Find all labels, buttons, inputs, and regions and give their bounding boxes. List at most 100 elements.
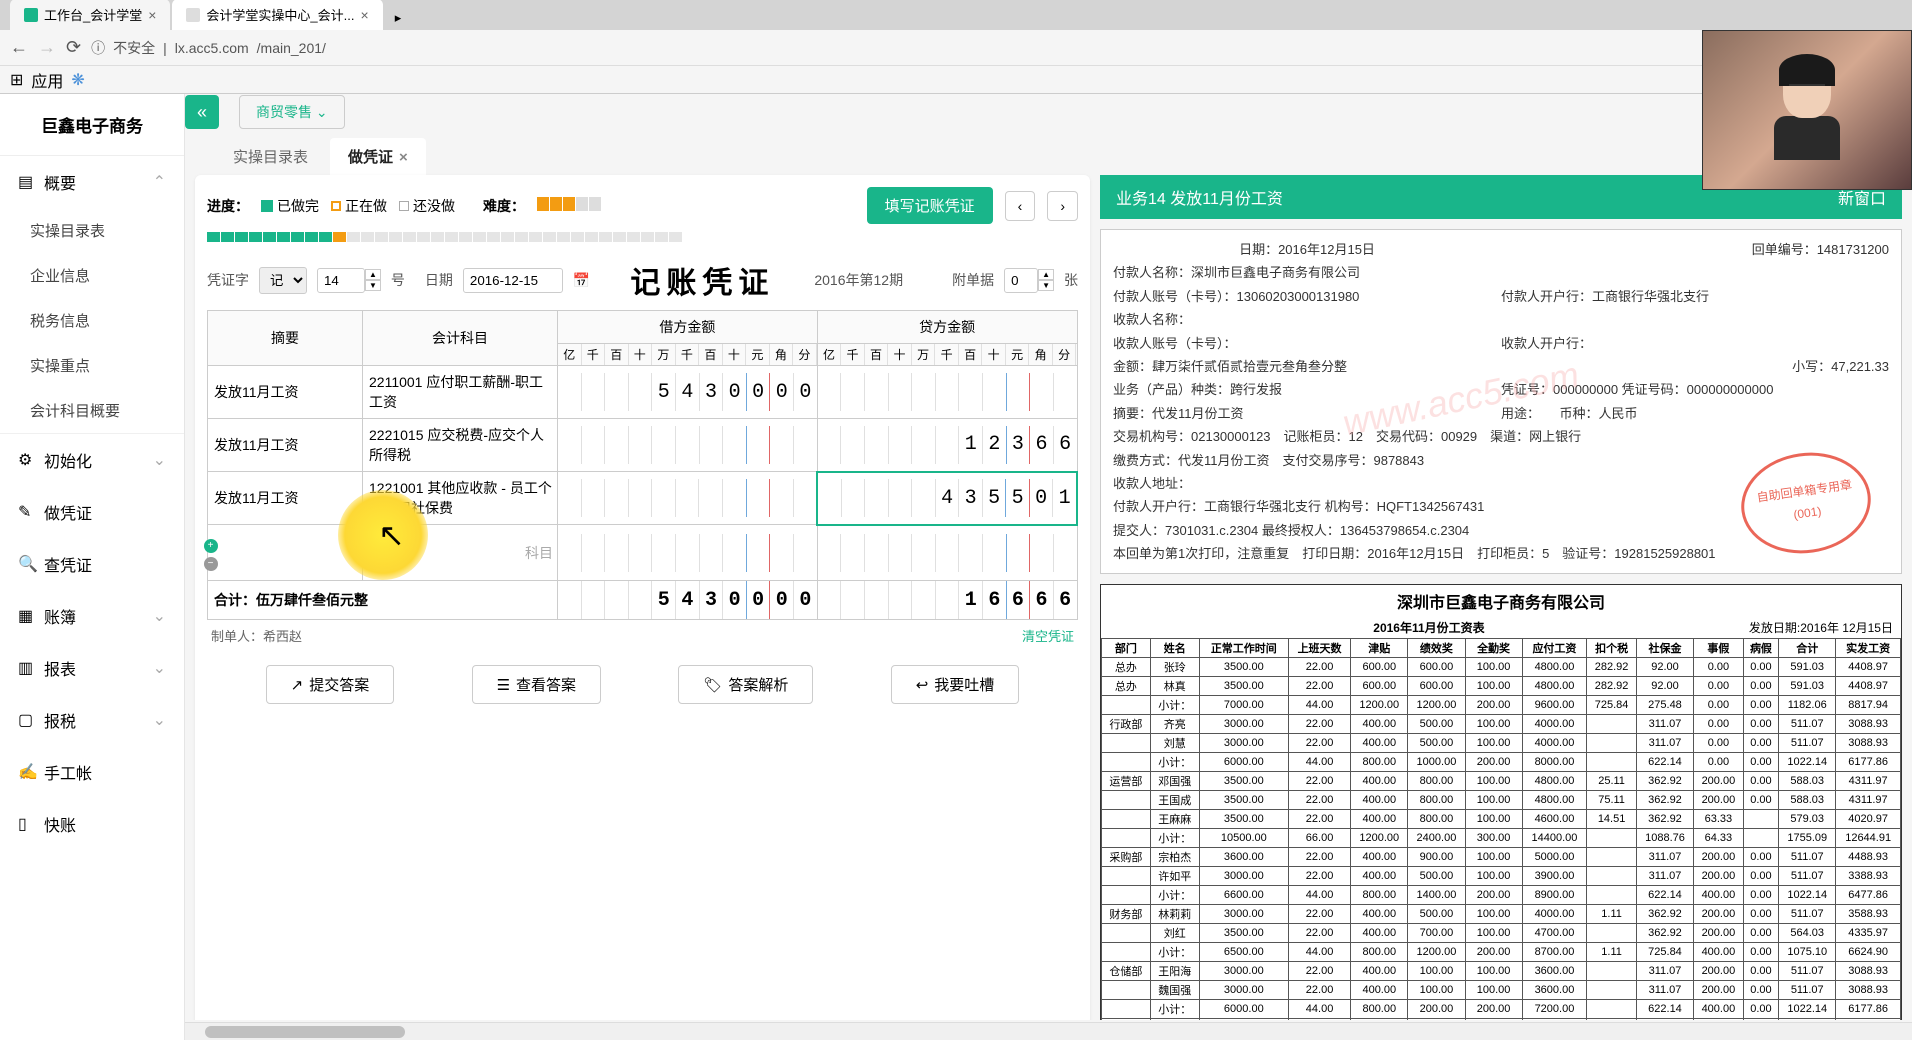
right-panel: 业务14 发放11月份工资 新窗口 www.acc5.com 日期：2016年1… — [1100, 175, 1902, 1020]
voucher-word-select[interactable]: 记 — [259, 267, 307, 294]
receipt-digest: 摘要：代发11月份工资 — [1113, 402, 1501, 425]
account-cell[interactable]: 1221001 其他应收款 - 员工个人承担社保费 — [363, 472, 558, 525]
payee-acct: 收款人账号（卡号）： — [1113, 332, 1501, 355]
url-host: lx.acc5.com — [175, 40, 249, 56]
tax-icon: ▢ — [18, 710, 34, 730]
tab-favicon — [186, 8, 200, 22]
apps-icon[interactable]: ⊞ — [10, 70, 23, 90]
digest-cell-empty[interactable]: + − — [208, 525, 363, 581]
chevron-down-icon: ⌄ — [153, 450, 166, 470]
total-label: 合计：伍万肆仟叁佰元整 — [208, 581, 558, 620]
sidebar-quick[interactable]: ▯快账 — [0, 798, 184, 850]
debit-cell-empty[interactable] — [558, 525, 818, 581]
receipt-document: www.acc5.com 日期：2016年12月15日回单编号：14817312… — [1100, 229, 1902, 574]
salary-document: 深圳市巨鑫电子商务有限公司 2016年11月份工资表发放日期:2016年 12月… — [1100, 584, 1902, 1020]
account-cell[interactable]: 2211001 应付职工薪酬-职工工资 — [363, 366, 558, 419]
del-row-button[interactable]: − — [204, 557, 218, 571]
chevron-down-icon: ⌄ — [153, 710, 166, 730]
forward-button[interactable]: → — [38, 37, 56, 58]
sidebar-item-key[interactable]: 实操重点 — [0, 343, 184, 388]
debit-cell[interactable]: 5430000 — [558, 366, 818, 419]
sidebar-tax[interactable]: ▢ 报税 ⌄ — [0, 694, 184, 746]
receipt-currency: 币种：人民币 — [1560, 406, 1638, 421]
credit-cell[interactable]: 12366 — [817, 419, 1077, 472]
col-account: 会计科目 — [363, 311, 558, 366]
attach-input[interactable] — [1004, 268, 1038, 293]
add-row-button[interactable]: + — [204, 539, 218, 553]
digest-cell[interactable]: 发放11月工资 — [208, 472, 363, 525]
sidebar-init[interactable]: ⚙初始化⌄ — [0, 434, 184, 486]
maker-label: 制单人： — [211, 629, 263, 644]
step-up-icon[interactable]: ▲ — [1038, 269, 1054, 280]
next-button[interactable]: › — [1047, 191, 1078, 221]
sidebar-item-directory[interactable]: 实操目录表 — [0, 208, 184, 253]
credit-cell[interactable]: 435501 — [817, 472, 1077, 525]
close-icon[interactable]: × — [148, 7, 156, 23]
company-name: 巨鑫电子商务 — [0, 94, 184, 156]
digest-cell[interactable]: 发放11月工资 — [208, 366, 363, 419]
fill-voucher-button[interactable]: 填写记账凭证 — [867, 187, 993, 224]
voucher-period: 2016年第12期 — [814, 270, 903, 290]
date-label: 日期 — [425, 270, 453, 290]
reload-button[interactable]: ⟳ — [66, 37, 81, 58]
browser-tab-1[interactable]: 工作台_会计学堂 × — [10, 0, 170, 30]
nav-label: 报税 — [44, 708, 76, 732]
back-button[interactable]: ← — [10, 37, 28, 58]
clear-voucher-link[interactable]: 清空凭证 — [1022, 626, 1074, 645]
credit-cell-empty[interactable] — [817, 525, 1077, 581]
url-path: /main_201/ — [257, 40, 326, 56]
submit-button[interactable]: ↗ 提交答案 — [266, 665, 395, 704]
step-up-icon[interactable]: ▲ — [365, 269, 381, 280]
progress-bar[interactable] — [207, 232, 1078, 242]
sidebar-make-voucher[interactable]: ✎做凭证 — [0, 486, 184, 538]
account-cell-empty[interactable]: 科目 — [363, 525, 558, 581]
scrollbar-thumb[interactable] — [205, 1026, 405, 1038]
receipt-amount: 金额：肆万柒仟贰佰贰拾壹元叁角叁分整 — [1113, 355, 1501, 378]
horizontal-scrollbar[interactable] — [185, 1022, 1912, 1040]
view-answer-button[interactable]: ☰查看答案 — [472, 665, 601, 704]
tab-voucher[interactable]: 做凭证× — [330, 138, 426, 175]
account-cell[interactable]: 2221015 应交税费-应交个人所得税 — [363, 419, 558, 472]
flash-icon: ▯ — [18, 814, 34, 834]
voucher-panel: 进度： 已做完 正在做 还没做 难度： 填写记账凭证 ‹ › 凭证字 记 — [195, 175, 1090, 1020]
tab-directory[interactable]: 实操目录表 — [215, 138, 326, 175]
digest-cell[interactable]: 发放11月工资 — [208, 419, 363, 472]
calendar-icon[interactable]: 📅 — [573, 272, 590, 289]
sidebar-overview[interactable]: ▤ 概要 ⌃ — [0, 156, 184, 208]
sidebar-item-subjects[interactable]: 会计科目概要 — [0, 388, 184, 433]
receipt-vno: 凭证号：000000000 凭证号码：000000000000 — [1501, 378, 1889, 401]
debit-cell[interactable] — [558, 472, 818, 525]
close-icon[interactable]: × — [399, 149, 408, 166]
feedback-button[interactable]: ↩我要吐槽 — [891, 665, 1020, 704]
debit-cell[interactable] — [558, 419, 818, 472]
sidebar-check-voucher[interactable]: 🔍查凭证 — [0, 538, 184, 590]
analysis-button[interactable]: 🏷答案解析 — [678, 665, 813, 704]
external-icon: ↗ — [291, 676, 304, 694]
chevron-up-icon: ⌃ — [153, 172, 166, 192]
mode-selector[interactable]: 商贸零售 ⌄ — [239, 95, 345, 129]
browser-tab-bar: 工作台_会计学堂 × 会计学堂实操中心_会计... × ▸ — [0, 0, 1912, 30]
chevron-down-icon: ⌄ — [316, 104, 328, 120]
sidebar-ledger[interactable]: ▦账簿⌄ — [0, 590, 184, 642]
legend-doing: 正在做 — [345, 196, 387, 216]
sidebar-report[interactable]: ▥报表⌄ — [0, 642, 184, 694]
step-down-icon[interactable]: ▼ — [365, 280, 381, 291]
sidebar-manual[interactable]: ✍手工帐 — [0, 746, 184, 798]
bookmark-item[interactable]: ❋ — [71, 70, 84, 90]
voucher-num-input[interactable] — [317, 268, 365, 293]
close-icon[interactable]: × — [361, 7, 369, 23]
browser-tab-2[interactable]: 会计学堂实操中心_会计... × — [172, 0, 382, 30]
sidebar-item-company[interactable]: 企业信息 — [0, 253, 184, 298]
url-field[interactable]: ⓘ 不安全 | lx.acc5.com/main_201/ — [91, 38, 326, 58]
step-down-icon[interactable]: ▼ — [1038, 280, 1054, 291]
apps-label[interactable]: 应用 — [31, 68, 63, 92]
prev-button[interactable]: ‹ — [1005, 191, 1036, 221]
btn-label: 提交答案 — [309, 674, 369, 695]
new-tab-button[interactable]: ▸ — [385, 6, 412, 30]
sidebar-item-tax[interactable]: 税务信息 — [0, 298, 184, 343]
credit-cell[interactable] — [817, 366, 1077, 419]
nav-label: 账簿 — [44, 604, 76, 628]
voucher-date-input[interactable] — [463, 268, 563, 293]
collapse-sidebar-button[interactable]: « — [185, 95, 219, 129]
receipt-org: 交易机构号：02130000123 记账柜员：12 交易代码：00929 渠道：… — [1113, 425, 1889, 448]
